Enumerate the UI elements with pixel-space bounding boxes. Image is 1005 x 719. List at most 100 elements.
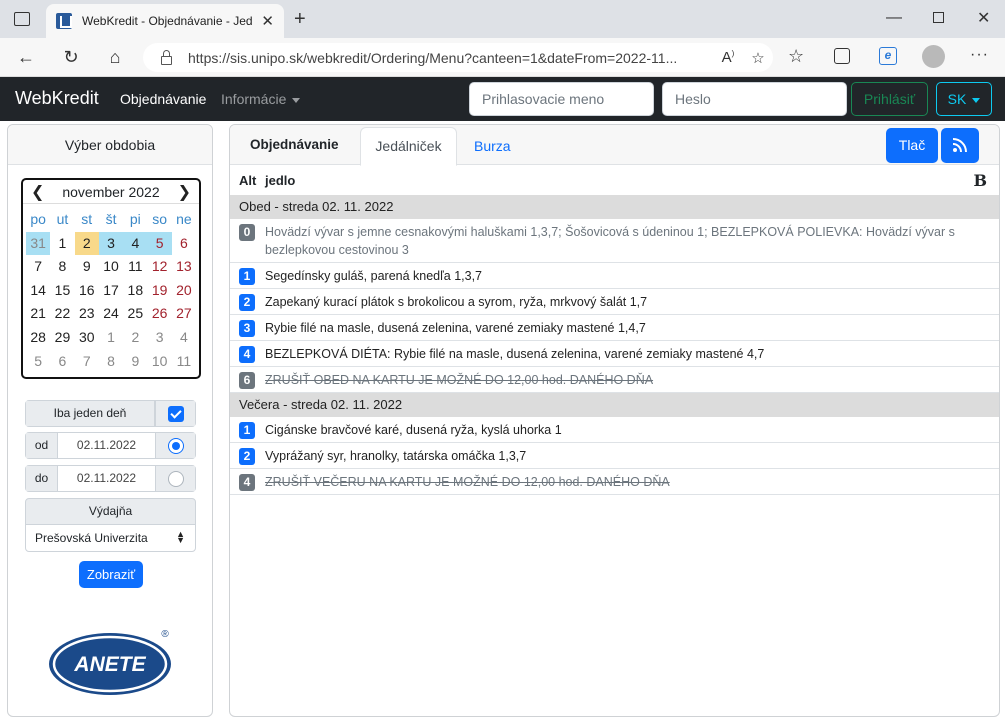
date-to-radio[interactable] (155, 466, 195, 491)
menu-row: 6 ZRUŠIŤ OBED NA KARTU JE MOŽNÉ DO 12,00 … (230, 367, 999, 393)
calendar-day[interactable]: 6 (50, 350, 74, 374)
add-favorite-icon[interactable]: ☆ (743, 49, 773, 67)
calendar-day[interactable]: 5 (26, 350, 50, 374)
col-alt: Alt (239, 172, 257, 188)
calendar-day[interactable]: 1 (99, 326, 123, 350)
calendar-day[interactable]: 8 (50, 255, 74, 279)
new-tab-icon[interactable]: + (294, 8, 306, 31)
tab-ordering[interactable]: Objednávanie (250, 125, 339, 165)
caret-down-icon (972, 97, 981, 103)
tab-menu[interactable]: Jedálniček (360, 127, 457, 166)
prev-month-icon[interactable]: ❮ (31, 182, 44, 202)
calendar-day[interactable]: 25 (123, 302, 147, 326)
profile-avatar[interactable] (922, 45, 945, 68)
outlet-select[interactable]: Prešovská Univerzita ▲ ▼ (25, 524, 196, 552)
calendar-day[interactable]: 27 (172, 302, 196, 326)
calendar-day[interactable]: 4 (172, 326, 196, 350)
rss-button[interactable] (941, 128, 979, 163)
calendar-day[interactable]: 9 (123, 350, 147, 374)
browser-toolbar: ← ↻ ⌂ https://sis.unipo.sk/webkredit/Ord… (0, 38, 1005, 77)
username-input[interactable]: Prihlasovacie meno (469, 82, 654, 116)
brand-logo[interactable]: WebKredit (15, 88, 99, 109)
maximize-icon[interactable] (933, 12, 944, 23)
calendar-day[interactable]: 8 (99, 350, 123, 374)
back-icon[interactable]: ← (12, 44, 40, 70)
rss-icon (952, 138, 967, 153)
calendar-day[interactable]: 3 (147, 326, 171, 350)
nav-info-label: Informácie (221, 91, 287, 107)
calendar-month: november 2022 (62, 183, 160, 200)
meal-text: Rybie filé na masle, dusená zelenina, va… (265, 321, 646, 335)
calendar-day[interactable]: 17 (99, 279, 123, 303)
calendar-day[interactable]: 20 (172, 279, 196, 303)
tab-actions-icon[interactable] (14, 12, 30, 26)
calendar-day[interactable]: 11 (123, 255, 147, 279)
nav-ordering[interactable]: Objednávanie (120, 91, 206, 107)
calendar-day[interactable]: 28 (26, 326, 50, 350)
calendar-day[interactable]: 3 (98, 231, 124, 256)
menu-row: 2 Zapekaný kurací plátok s brokolicou a s… (230, 289, 999, 315)
calendar-day-header: st (81, 211, 93, 227)
menu-row: 3 Rybie filé na masle, dusená zelenina, v… (230, 315, 999, 341)
alt-badge: 3 (239, 320, 255, 337)
calendar-day[interactable]: 12 (147, 255, 171, 279)
registered-icon: ® (161, 629, 169, 640)
outlet-label: Výdajňa (25, 498, 196, 525)
address-bar[interactable]: https://sis.unipo.sk/webkredit/Ordering/… (143, 43, 773, 72)
date-from-input[interactable]: 02.11.2022 (58, 433, 155, 458)
alt-badge: 0 (239, 224, 255, 241)
browser-tab[interactable]: WebKredit - Objednávanie - Jeda ✕ (46, 4, 284, 38)
calendar-day[interactable]: 22 (50, 302, 74, 326)
calendar-day[interactable]: 10 (99, 255, 123, 279)
tab-exchange[interactable]: Burza (474, 125, 511, 165)
calendar-day[interactable]: 4 (123, 231, 148, 256)
date-to-input[interactable]: 02.11.2022 (58, 466, 155, 491)
calendar-day[interactable]: 26 (147, 302, 171, 326)
calendar-day[interactable]: 14 (26, 279, 50, 303)
menu-panel: Objednávanie Jedálniček Burza Tlač Alt j… (229, 124, 1000, 717)
next-month-icon[interactable]: ❯ (178, 182, 191, 202)
home-icon[interactable]: ⌂ (101, 44, 129, 70)
close-tab-icon[interactable]: ✕ (261, 12, 274, 30)
calendar-day[interactable]: 9 (75, 255, 99, 279)
browser-tab-title: WebKredit - Objednávanie - Jeda (82, 14, 254, 28)
calendar-day[interactable]: 23 (75, 302, 99, 326)
ie-mode-icon[interactable]: e (879, 47, 897, 65)
calendar-day[interactable]: 18 (123, 279, 147, 303)
collections-icon[interactable] (834, 48, 850, 64)
calendar-day[interactable]: 21 (26, 302, 50, 326)
calendar-day[interactable]: 11 (172, 350, 196, 374)
calendar-day[interactable]: 6 (172, 232, 196, 256)
calendar-day[interactable]: 29 (50, 326, 74, 350)
calendar-day[interactable]: 7 (75, 350, 99, 374)
login-button[interactable]: Prihlásiť (851, 82, 928, 116)
calendar-header: ❮ november 2022 ❯ (23, 180, 199, 204)
calendar-day[interactable]: 31 (26, 231, 51, 256)
calendar-day[interactable]: 24 (99, 302, 123, 326)
calendar-day[interactable]: 7 (26, 255, 50, 279)
calendar-day[interactable]: 16 (75, 279, 99, 303)
calendar-day[interactable]: 19 (147, 279, 171, 303)
language-dropdown[interactable]: SK (936, 82, 992, 116)
calendar-day[interactable]: 2 (74, 231, 99, 256)
calendar-day[interactable]: 10 (147, 350, 171, 374)
more-menu-icon[interactable]: ··· (970, 46, 989, 64)
close-window-icon[interactable]: ✕ (977, 8, 990, 28)
date-from-radio[interactable] (155, 433, 195, 458)
password-input[interactable]: Heslo (662, 82, 847, 116)
favorites-icon[interactable]: ☆ (788, 46, 804, 67)
calendar-day[interactable]: 2 (123, 326, 147, 350)
only-one-day-checkbox[interactable] (155, 401, 195, 426)
read-aloud-icon[interactable]: A) (713, 49, 743, 66)
calendar-day[interactable]: 1 (50, 232, 74, 256)
show-button[interactable]: Zobraziť (79, 561, 143, 588)
calendar-day[interactable]: 13 (172, 255, 196, 279)
minimize-icon[interactable]: — (886, 9, 902, 27)
calendar-day[interactable]: 30 (75, 326, 99, 350)
calendar-day[interactable]: 5 (147, 231, 172, 256)
print-button[interactable]: Tlač (886, 128, 938, 163)
nav-info-dropdown[interactable]: Informácie (221, 91, 301, 107)
reload-icon[interactable]: ↻ (57, 44, 85, 70)
meal-text: Zapekaný kurací plátok s brokolicou a sy… (265, 295, 648, 309)
calendar-day[interactable]: 15 (50, 279, 74, 303)
